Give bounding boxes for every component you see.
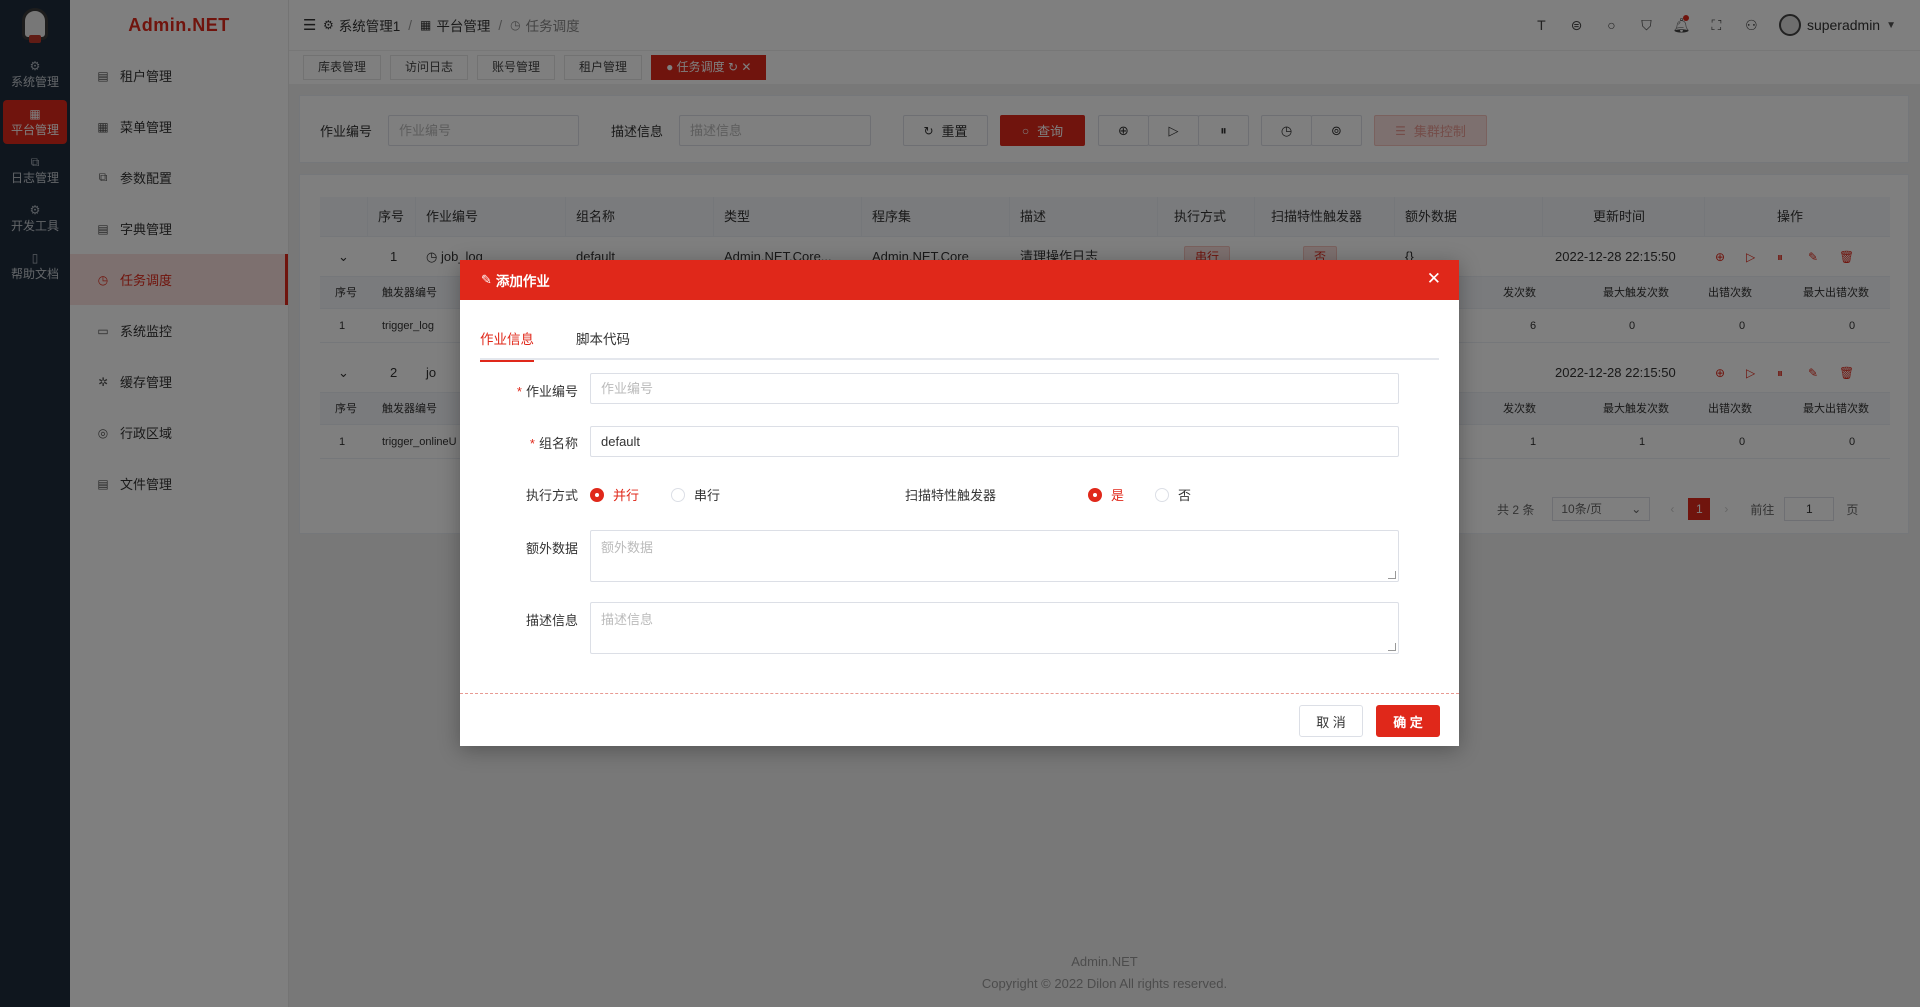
dialog-divider bbox=[460, 693, 1459, 694]
group-field[interactable]: default bbox=[590, 426, 1399, 457]
tab-script-code[interactable]: 脚本代码 bbox=[576, 328, 630, 360]
required-mark: * bbox=[529, 436, 535, 451]
mode-label: 执行方式 bbox=[525, 488, 578, 503]
scan-no-radio[interactable]: 否 bbox=[1155, 485, 1191, 504]
required-mark: * bbox=[516, 384, 522, 399]
confirm-button[interactable]: 确 定 bbox=[1376, 705, 1440, 737]
job-id-label: * 作业编号 bbox=[478, 381, 578, 400]
scan-yes-radio[interactable]: 是 bbox=[1088, 485, 1124, 504]
dialog-title: 添加作业 bbox=[495, 274, 550, 289]
group-label-text: 组名称 bbox=[538, 436, 578, 451]
cancel-button[interactable]: 取 消 bbox=[1299, 705, 1363, 737]
tab-job-info[interactable]: 作业信息 bbox=[480, 328, 534, 362]
job-id-field[interactable]: 作业编号 bbox=[590, 373, 1399, 404]
desc-textarea[interactable]: 描述信息 bbox=[590, 602, 1399, 654]
radio-circle bbox=[671, 487, 685, 502]
radio-label: 否 bbox=[1178, 488, 1192, 503]
group-label: * 组名称 bbox=[478, 433, 578, 452]
dialog-header: ✎ 添加作业 bbox=[460, 260, 1459, 300]
close-icon[interactable]: ✕ bbox=[1427, 269, 1441, 289]
radio-circle bbox=[590, 487, 604, 502]
edit-icon: ✎ bbox=[481, 272, 492, 287]
radio-label: 是 bbox=[1111, 488, 1125, 503]
add-job-dialog: ✎ 添加作业 ✕ 作业信息 脚本代码 * 作业编号 作业编号 * 组名称 defau… bbox=[460, 260, 1459, 746]
mode-parallel-radio[interactable]: 并行 bbox=[590, 485, 639, 504]
radio-circle bbox=[1088, 487, 1102, 502]
extra-label: 额外数据 bbox=[525, 541, 578, 556]
extra-textarea[interactable]: 额外数据 bbox=[590, 530, 1399, 582]
job-id-label-text: 作业编号 bbox=[525, 384, 578, 399]
radio-circle bbox=[1155, 487, 1169, 502]
dialog-tabs: 作业信息 脚本代码 bbox=[480, 320, 1439, 362]
desc-label: 描述信息 bbox=[525, 613, 578, 628]
mode-serial-radio[interactable]: 串行 bbox=[671, 485, 720, 504]
radio-label: 串行 bbox=[694, 488, 721, 503]
scan-label: 扫描特性触发器 bbox=[904, 488, 996, 503]
radio-label: 并行 bbox=[613, 488, 640, 503]
